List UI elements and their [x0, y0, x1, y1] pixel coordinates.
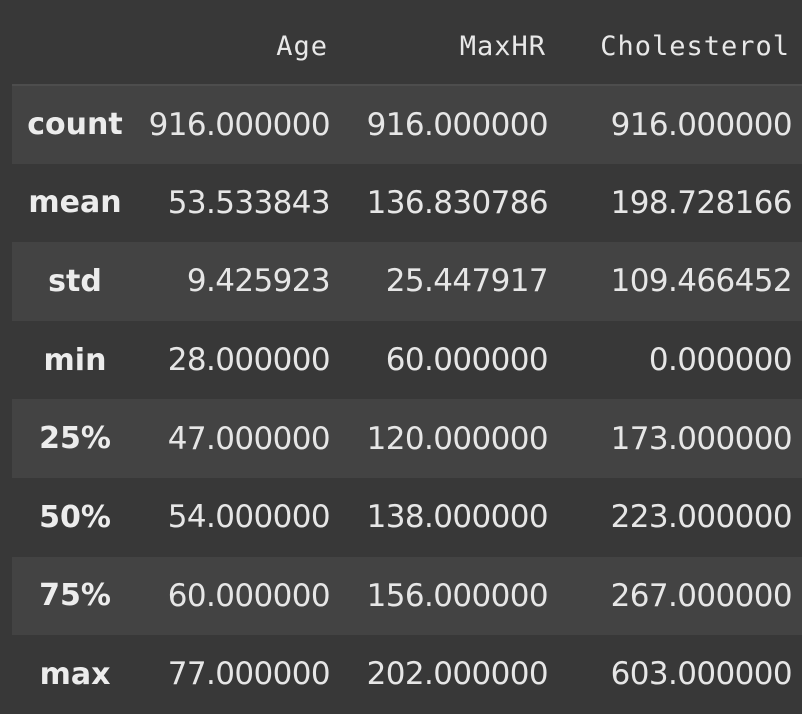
table-row-75pct: 75% 60.000000 156.000000 267.000000 — [12, 556, 802, 636]
cell-maxhr: 120.000000 — [366, 420, 549, 457]
table-row-count: count 916.000000 916.000000 916.000000 — [12, 85, 802, 164]
row-label: mean — [28, 185, 122, 221]
row-label: 75% — [39, 578, 111, 614]
cell-age: 28.000000 — [167, 342, 331, 379]
table-row-std: std 9.425923 25.447917 109.466452 — [12, 242, 802, 321]
cell-cholesterol: 916.000000 — [610, 106, 793, 143]
table-row-mean: mean 53.533843 136.830786 198.728166 — [12, 163, 802, 243]
cell-maxhr: 60.000000 — [385, 342, 549, 379]
cell-maxhr: 136.830786 — [366, 184, 549, 221]
column-header-maxhr: MaxHR — [340, 8, 558, 86]
cell-age: 9.425923 — [186, 263, 331, 300]
cell-cholesterol: 0.000000 — [648, 342, 793, 379]
table-row-min: min 28.000000 60.000000 0.000000 — [12, 320, 802, 400]
cell-cholesterol: 109.466452 — [610, 263, 793, 300]
cell-age: 47.000000 — [167, 420, 331, 457]
cell-cholesterol: 198.728166 — [610, 184, 793, 221]
header-row: Age MaxHR Cholesterol — [12, 8, 802, 86]
cell-cholesterol: 173.000000 — [610, 420, 793, 457]
cell-maxhr: 156.000000 — [366, 577, 549, 614]
row-label: min — [43, 342, 107, 378]
cell-age: 916.000000 — [148, 106, 331, 143]
cell-maxhr: 916.000000 — [366, 106, 549, 143]
cell-maxhr: 25.447917 — [385, 263, 549, 300]
cell-age: 60.000000 — [167, 577, 331, 614]
table-header: Age MaxHR Cholesterol — [12, 8, 802, 86]
describe-output-table: Age MaxHR Cholesterol count 916.000000 9… — [12, 8, 802, 714]
column-header-cholesterol: Cholesterol — [558, 8, 802, 86]
table-row-50pct: 50% 54.000000 138.000000 223.000000 — [12, 477, 802, 557]
cell-age: 53.533843 — [167, 184, 331, 221]
index-corner-cell — [12, 8, 138, 86]
row-label: 50% — [39, 499, 111, 535]
row-label: count — [27, 107, 123, 143]
row-label: std — [48, 263, 102, 299]
column-header-age: Age — [138, 8, 340, 86]
cell-maxhr: 138.000000 — [366, 499, 549, 536]
table-row-25pct: 25% 47.000000 120.000000 173.000000 — [12, 399, 802, 478]
cell-cholesterol: 223.000000 — [610, 499, 793, 536]
cell-cholesterol: 267.000000 — [610, 577, 793, 614]
row-label: 25% — [39, 421, 111, 457]
table-body: count 916.000000 916.000000 916.000000 m… — [12, 85, 802, 714]
cell-age: 54.000000 — [167, 499, 331, 536]
